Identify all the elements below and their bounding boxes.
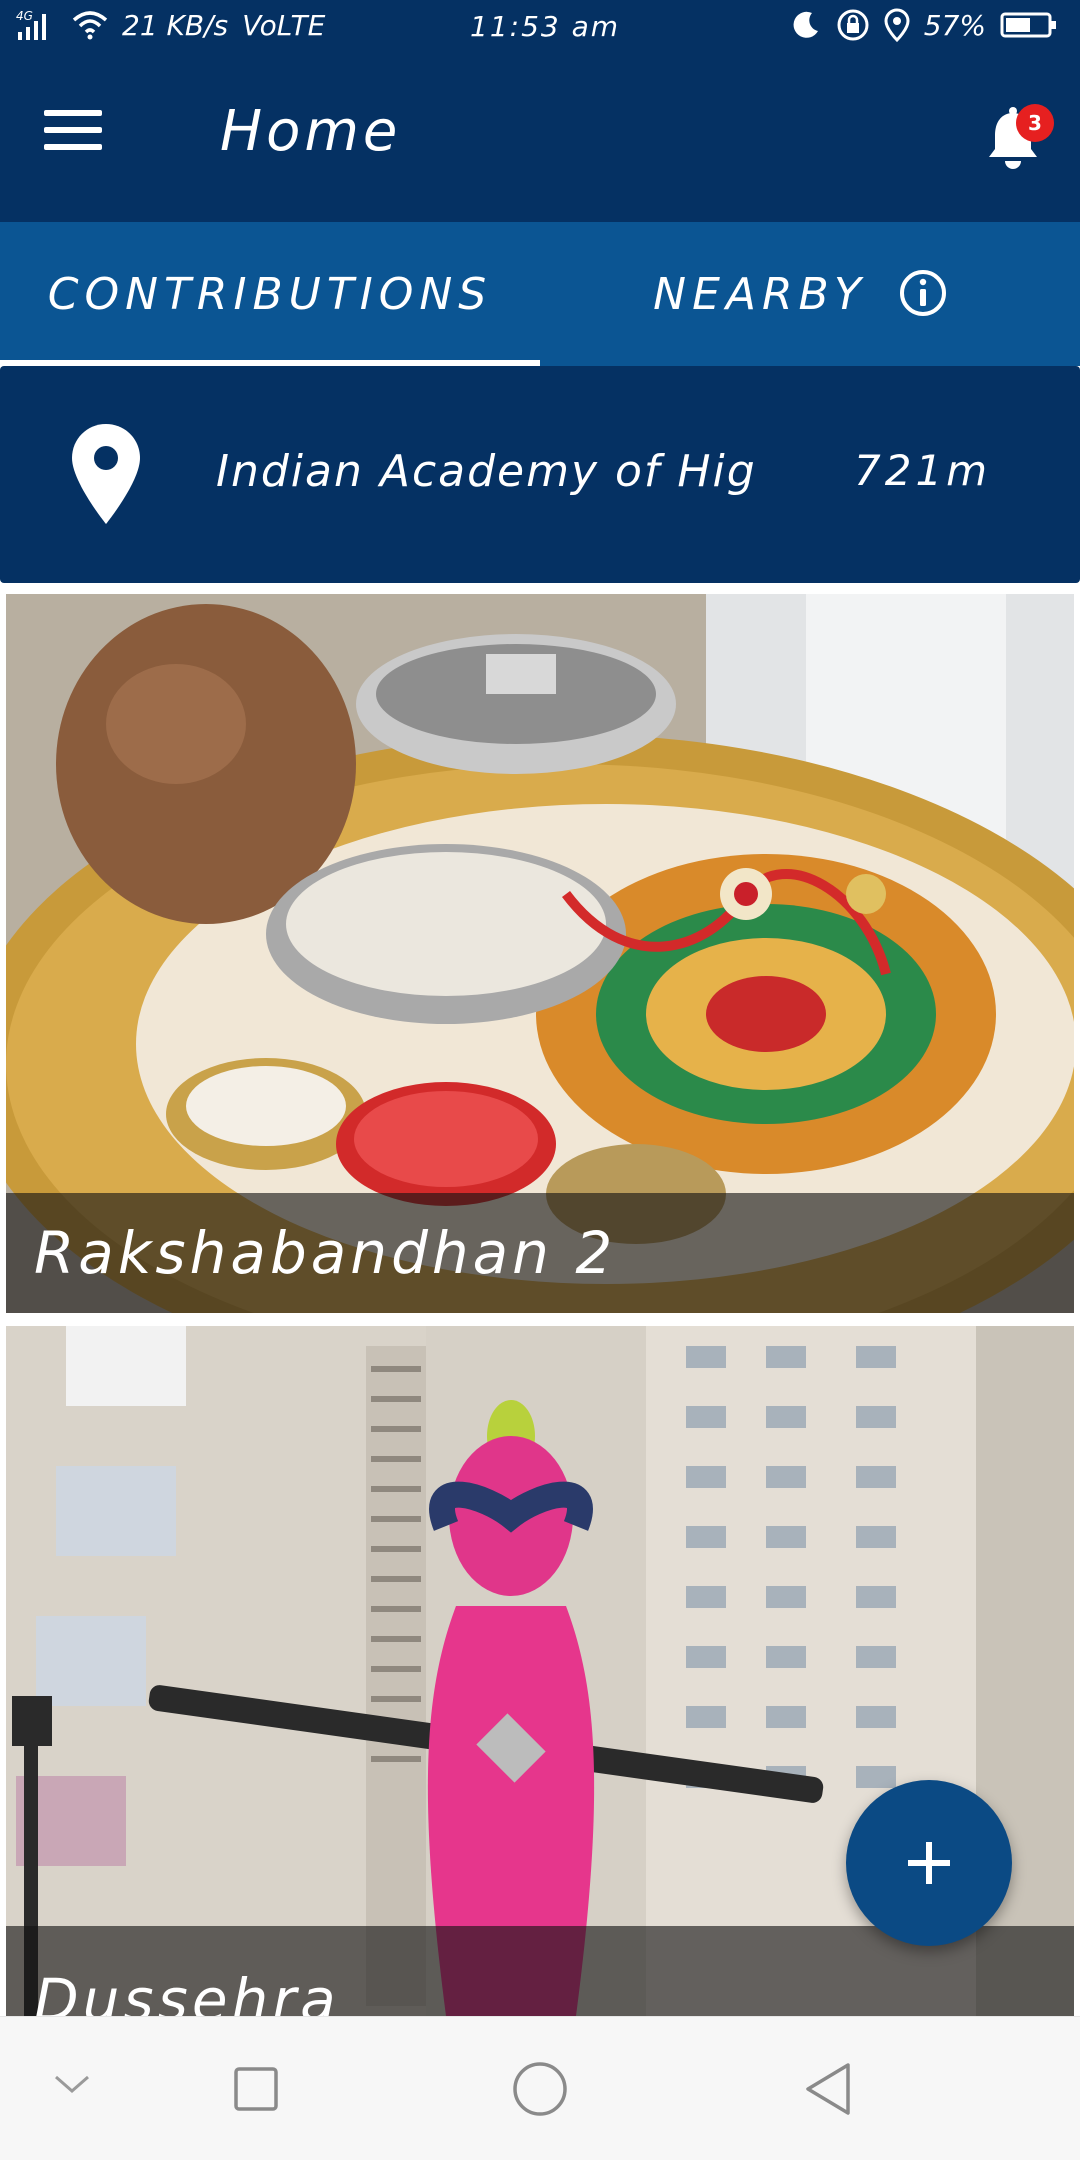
hide-nav-button[interactable] [52,2069,92,2103]
home-button[interactable] [510,2059,570,2123]
chevron-down-icon [55,2075,89,2093]
volte-label: VoLTE [242,8,326,42]
system-navigation-bar [0,2016,1080,2160]
caption-bar: Rakshabandhan 2 [6,1193,1074,1313]
page-title: Home [220,99,402,164]
add-contribution-button[interactable] [846,1780,1012,1946]
info-button[interactable] [898,268,948,318]
hamburger-icon-line [44,144,102,150]
svg-text:4G: 4G [16,9,33,23]
tab-nearby[interactable]: NEARBY [640,222,880,366]
back-triangle-icon [806,2063,850,2115]
app-bar: Home [0,55,1080,222]
location-distance: 721m [854,446,992,495]
signal-icon: 4G [16,8,58,42]
recents-button[interactable] [232,2065,280,2117]
location-status-icon [884,8,910,42]
square-icon [234,2067,278,2111]
battery-percent: 57% [923,8,986,42]
back-button[interactable] [800,2061,856,2121]
circle-icon [513,2062,567,2116]
home-screen: 4G 21 KB/s VoLTE 11:53 am 57% Home 3 CON… [0,0,1080,2160]
wifi-icon [72,10,108,40]
location-card[interactable]: Indian Academy of Hig... 721m [0,366,1080,583]
status-bar: 4G 21 KB/s VoLTE 11:53 am 57% [0,0,1080,55]
location-name: Indian Academy of Hig... [216,446,756,497]
info-icon [900,270,946,316]
clock: 11:53 am [470,10,621,43]
plus-icon [908,1842,950,1884]
tab-contributions[interactable]: CONTRIBUTIONS [0,222,540,366]
menu-button[interactable] [44,110,114,170]
card-caption: Rakshabandhan 2 [34,1219,617,1287]
hamburger-icon-line [44,127,102,133]
battery-icon [1000,11,1058,39]
moon-icon [790,9,822,41]
location-pin-icon [72,424,140,524]
rotation-lock-icon [836,8,870,42]
notification-badge: 3 [1016,104,1054,142]
feed-card[interactable]: Rakshabandhan 2 [6,594,1074,1313]
card-caption: Dussehra [34,1966,340,2016]
network-speed: 21 KB/s [122,8,229,42]
hamburger-icon [44,110,102,116]
